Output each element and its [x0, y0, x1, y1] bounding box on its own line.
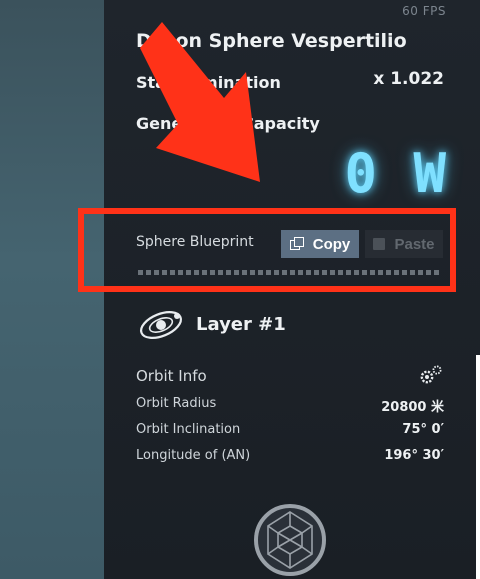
orbit-info-header: Orbit Info: [136, 367, 207, 385]
power-output: 0 W: [344, 142, 448, 205]
layer-orbit-icon: [139, 311, 183, 339]
gear-icon[interactable]: [418, 364, 444, 386]
dyson-sphere-icon: [254, 504, 326, 576]
orbit-radius-value: 20800 米: [381, 400, 444, 415]
star-lumination-value: x 1.022: [373, 69, 444, 89]
layer-title: Layer #1: [196, 314, 286, 335]
orbit-inclination-value: 75° 0′: [402, 422, 444, 437]
sphere-title: Dyson Sphere Vespertilio: [136, 30, 407, 52]
generation-capacity-label: Generation Capacity: [136, 114, 320, 133]
longitude-an-label: Longitude of (AN): [136, 448, 251, 463]
orbit-radius-label: Orbit Radius: [136, 396, 217, 411]
edge-strip: [476, 355, 480, 579]
orbit-inclination-label: Orbit Inclination: [136, 422, 241, 437]
longitude-an-value: 196° 30′: [384, 448, 444, 463]
star-lumination-label: Star Lumination: [136, 73, 281, 92]
annotation-highlight-box: [78, 208, 456, 292]
fps-counter: 60 FPS: [402, 4, 446, 18]
